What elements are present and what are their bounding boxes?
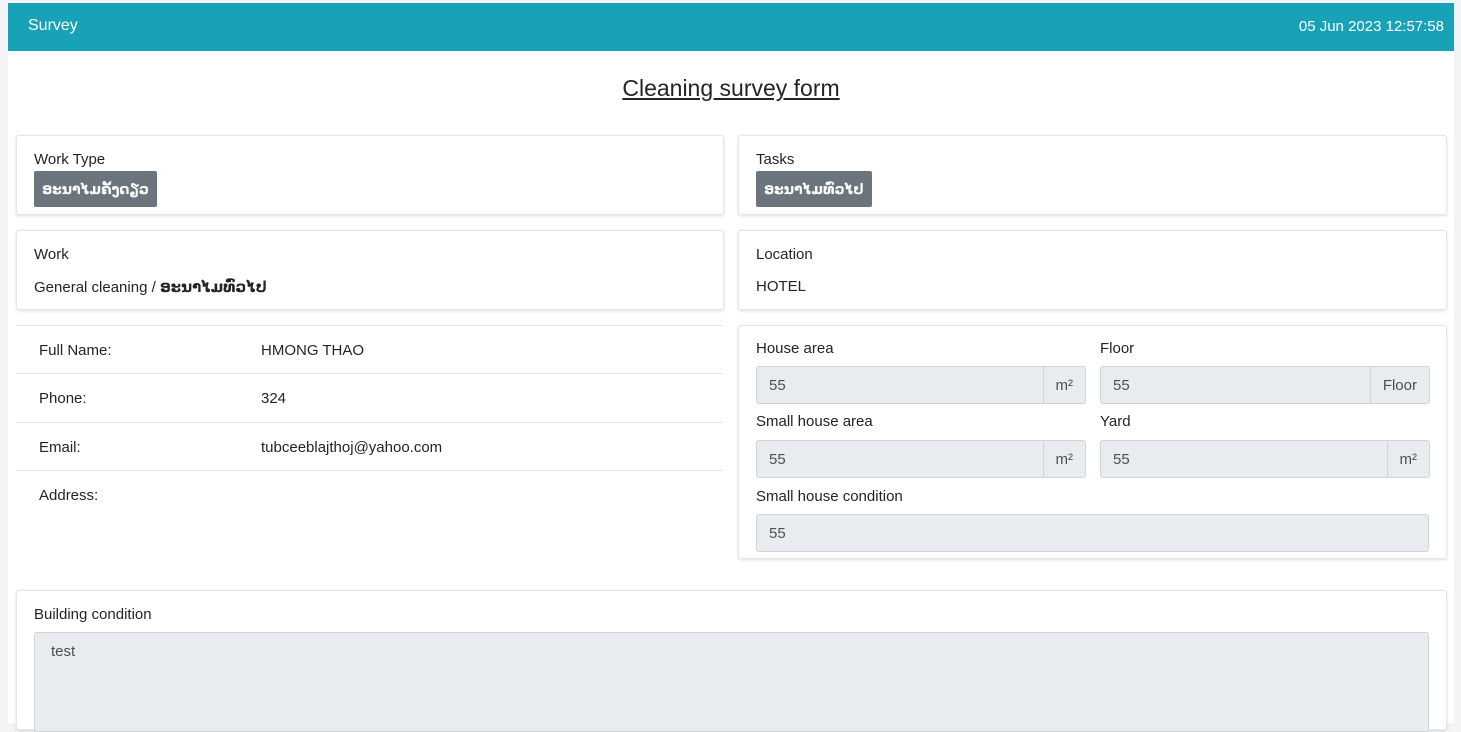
table-row: Phone: 324 (16, 373, 723, 421)
tasks-card: Tasks ອະນາໄມທົ່ວໄປ (738, 135, 1447, 215)
floor-field[interactable]: 55 (1101, 367, 1370, 403)
email-value: tubceeblajthoj@yahoo.com (261, 439, 443, 456)
small-house-area-input-group: 55 m² (756, 440, 1086, 478)
yard-input-group: 55 m² (1100, 440, 1430, 478)
work-type-card: Work Type ອະນາໄມຄັ້ງດຽວ (16, 135, 724, 215)
small-house-area-field[interactable]: 55 (757, 441, 1043, 477)
top-header-bar: Survey 05 Jun 2023 12:57:58 (8, 3, 1454, 51)
location-label: Location (756, 246, 813, 263)
table-row: Address: (16, 470, 723, 530)
building-condition-label: Building condition (34, 606, 152, 623)
email-key: Email: (39, 439, 81, 456)
table-row: Email: tubceeblajthoj@yahoo.com (16, 422, 723, 470)
current-datetime: 05 Jun 2023 12:57:58 (1298, 18, 1444, 35)
work-value: General cleaning / ອະນາໄມທົ່ວໄປ (34, 278, 267, 296)
app-title: Survey (28, 17, 78, 34)
yard-field[interactable]: 55 (1101, 441, 1387, 477)
work-value-lo: ອະນາໄມທົ່ວໄປ (159, 279, 267, 296)
floor-unit: Floor (1369, 367, 1429, 403)
yard-unit: m² (1386, 441, 1429, 477)
work-type-label: Work Type (34, 151, 106, 168)
customer-info-list: Full Name: HMONG THAO Phone: 324 Email: … (16, 325, 724, 555)
house-area-unit: m² (1042, 367, 1085, 403)
phone-key: Phone: (39, 390, 87, 407)
location-card: Location HOTEL (738, 230, 1447, 310)
work-value-en: General cleaning / (34, 279, 160, 296)
house-area-input-group: 55 m² (756, 366, 1086, 404)
small-house-area-unit: m² (1042, 441, 1085, 477)
measurements-card: House area 55 m² Floor 55 Floor Small ho… (738, 325, 1447, 559)
floor-input-group: 55 Floor (1100, 366, 1430, 404)
yard-label: Yard (1100, 413, 1131, 430)
address-key: Address: (39, 487, 99, 504)
house-area-label: House area (756, 340, 834, 357)
location-value: HOTEL (756, 278, 807, 295)
page-title: Cleaning survey form (622, 75, 840, 101)
house-area-field[interactable]: 55 (757, 367, 1043, 403)
small-house-condition-label: Small house condition (756, 488, 903, 505)
full-name-value: HMONG THAO (261, 342, 365, 359)
table-row: Full Name: HMONG THAO (16, 325, 723, 373)
work-type-badge: ອະນາໄມຄັ້ງດຽວ (34, 171, 157, 207)
floor-label: Floor (1100, 340, 1135, 357)
tasks-badge: ອະນາໄມທົ່ວໄປ (756, 171, 872, 207)
work-label: Work (34, 246, 69, 263)
small-house-condition-field[interactable]: 55 (757, 515, 1428, 551)
full-name-key: Full Name: (39, 342, 112, 359)
tasks-label: Tasks (756, 151, 795, 168)
small-house-area-label: Small house area (756, 413, 873, 430)
survey-page: Survey 05 Jun 2023 12:57:58 Cleaning sur… (8, 3, 1454, 732)
small-house-condition-input-group: 55 (756, 514, 1429, 552)
work-card: Work General cleaning / ອະນາໄມທົ່ວໄປ (16, 230, 724, 310)
phone-value: 324 (261, 390, 287, 407)
building-condition-textarea[interactable]: test (34, 632, 1429, 732)
building-condition-card: Building condition test (16, 590, 1447, 732)
